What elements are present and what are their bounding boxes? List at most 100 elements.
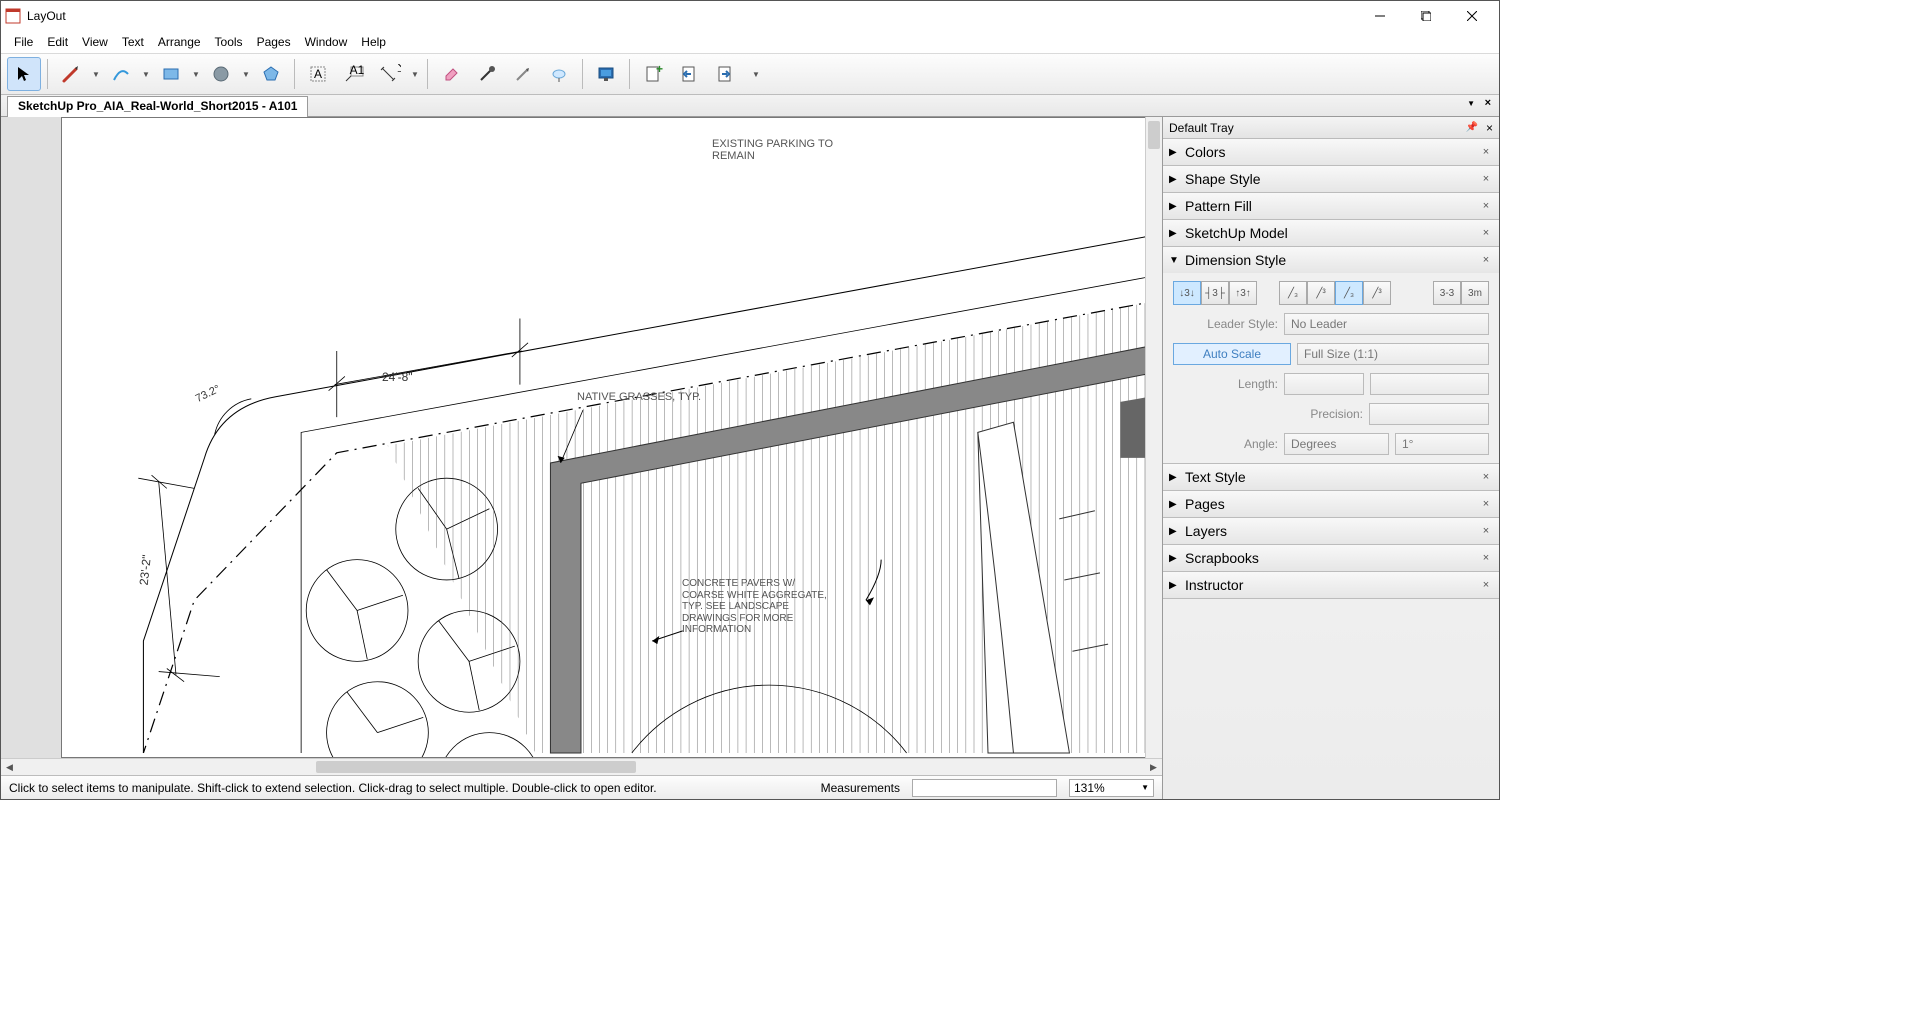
panel-pattern-fill[interactable]: ▶Pattern Fill× — [1163, 193, 1499, 219]
minimize-button[interactable] — [1357, 1, 1403, 31]
panel-close-icon[interactable]: × — [1479, 227, 1493, 239]
toolbar: ▼ ▼ ▼ ▼ A A1 ⇲ ▼ + ▼ — [1, 53, 1499, 95]
style-tool[interactable] — [470, 57, 504, 91]
add-page-tool[interactable]: + — [636, 57, 670, 91]
note-grasses: NATIVE GRASSES, TYP. — [577, 391, 701, 403]
length-precision-select[interactable] — [1370, 373, 1489, 395]
dim-align-4[interactable]: ╱³ — [1363, 281, 1391, 305]
panel-instructor[interactable]: ▶Instructor× — [1163, 572, 1499, 598]
polygon-tool[interactable] — [254, 57, 288, 91]
default-tray: Default Tray 📌 × ▶Colors× ▶Shape Style× … — [1162, 117, 1499, 799]
dimension-tool[interactable]: ⇲ — [373, 57, 407, 91]
panel-close-icon[interactable]: × — [1479, 525, 1493, 537]
dim-unit-metric[interactable]: 3m — [1461, 281, 1489, 305]
select-tool[interactable] — [7, 57, 41, 91]
scale-select[interactable]: Full Size (1:1) — [1297, 343, 1489, 365]
menu-text[interactable]: Text — [115, 33, 151, 51]
dimension-style-body: ↓3↓ ┤3├ ↑3↑ ╱₃ ╱³ ╱₃ ╱³ 3-3 3m — [1163, 273, 1499, 463]
scroll-right-arrow[interactable]: ▶ — [1145, 759, 1162, 776]
join-tool[interactable] — [542, 57, 576, 91]
panel-layers[interactable]: ▶Layers× — [1163, 518, 1499, 544]
length-unit-select[interactable] — [1284, 373, 1364, 395]
rectangle-tool-dropdown[interactable]: ▼ — [190, 57, 202, 91]
menu-arrange[interactable]: Arrange — [151, 33, 208, 51]
document-tabstrip: SketchUp Pro_AIA_Real-World_Short2015 - … — [1, 95, 1499, 117]
canvas[interactable]: EXISTING PARKING TO REMAIN NATIVE GRASSE… — [1, 117, 1162, 758]
toolbar-overflow[interactable]: ▼ — [750, 57, 762, 91]
angle-unit-select[interactable]: Degrees — [1284, 433, 1389, 455]
dim-align-1[interactable]: ╱₃ — [1279, 281, 1307, 305]
panel-pages[interactable]: ▶Pages× — [1163, 491, 1499, 517]
panel-close-icon[interactable]: × — [1479, 173, 1493, 185]
presentation-tool[interactable] — [589, 57, 623, 91]
prev-page-tool[interactable] — [672, 57, 706, 91]
panel-sketchup-model[interactable]: ▶SketchUp Model× — [1163, 220, 1499, 246]
dim-text-above[interactable]: ↓3↓ — [1173, 281, 1201, 305]
arc-tool-dropdown[interactable]: ▼ — [140, 57, 152, 91]
vertical-scrollbar[interactable] — [1145, 117, 1162, 758]
menu-window[interactable]: Window — [298, 33, 355, 51]
circle-tool-dropdown[interactable]: ▼ — [240, 57, 252, 91]
panel-close-icon[interactable]: × — [1479, 552, 1493, 564]
dim-text-below[interactable]: ↑3↑ — [1229, 281, 1257, 305]
document-tab[interactable]: SketchUp Pro_AIA_Real-World_Short2015 - … — [7, 96, 308, 117]
zoom-select[interactable]: 131%▼ — [1069, 779, 1154, 797]
menu-pages[interactable]: Pages — [250, 33, 298, 51]
leader-style-select[interactable]: No Leader — [1284, 313, 1489, 335]
split-tool[interactable] — [506, 57, 540, 91]
circle-tool[interactable] — [204, 57, 238, 91]
leader-style-label: Leader Style: — [1173, 317, 1278, 331]
panel-scrapbooks[interactable]: ▶Scrapbooks× — [1163, 545, 1499, 571]
precision-select[interactable] — [1369, 403, 1489, 425]
next-page-tool[interactable] — [708, 57, 742, 91]
panel-close-icon[interactable]: × — [1479, 471, 1493, 483]
panel-shape-style[interactable]: ▶Shape Style× — [1163, 166, 1499, 192]
panel-close-icon[interactable]: × — [1479, 579, 1493, 591]
angle-label: Angle: — [1173, 437, 1278, 451]
dim-align-2[interactable]: ╱³ — [1307, 281, 1335, 305]
line-tool-dropdown[interactable]: ▼ — [90, 57, 102, 91]
panel-close-icon[interactable]: × — [1479, 146, 1493, 158]
status-hint: Click to select items to manipulate. Shi… — [9, 781, 809, 795]
panel-close-icon[interactable]: × — [1479, 498, 1493, 510]
pin-icon[interactable]: 📌 — [1466, 122, 1478, 133]
dim-horizontal: 24'-8" — [382, 370, 413, 384]
arc-tool[interactable] — [104, 57, 138, 91]
angle-precision-select[interactable]: 1° — [1395, 433, 1489, 455]
scroll-left-arrow[interactable]: ◀ — [1, 759, 18, 776]
panel-close-icon[interactable]: × — [1479, 200, 1493, 212]
label-tool[interactable]: A1 — [337, 57, 371, 91]
dimension-tool-dropdown[interactable]: ▼ — [409, 57, 421, 91]
line-tool[interactable] — [54, 57, 88, 91]
dim-unit-arch[interactable]: 3-3 — [1433, 281, 1461, 305]
eraser-tool[interactable] — [434, 57, 468, 91]
panel-colors[interactable]: ▶Colors× — [1163, 139, 1499, 165]
rectangle-tool[interactable] — [154, 57, 188, 91]
autoscale-button[interactable]: Auto Scale — [1173, 343, 1291, 365]
menu-file[interactable]: File — [7, 33, 40, 51]
dim-align-3[interactable]: ╱₃ — [1335, 281, 1363, 305]
paper[interactable]: EXISTING PARKING TO REMAIN NATIVE GRASSE… — [61, 117, 1162, 758]
zoom-value: 131% — [1074, 781, 1105, 795]
measurements-input[interactable] — [912, 779, 1057, 797]
svg-text:A: A — [314, 67, 322, 81]
dim-text-center[interactable]: ┤3├ — [1201, 281, 1229, 305]
menu-edit[interactable]: Edit — [40, 33, 75, 51]
menu-view[interactable]: View — [75, 33, 115, 51]
panel-close-icon[interactable]: × — [1479, 254, 1493, 266]
close-button[interactable] — [1449, 1, 1495, 31]
menu-help[interactable]: Help — [354, 33, 393, 51]
maximize-button[interactable] — [1403, 1, 1449, 31]
measurements-label: Measurements — [821, 781, 900, 795]
menu-tools[interactable]: Tools — [208, 33, 250, 51]
tab-close-button[interactable]: × — [1485, 97, 1491, 109]
tray-header[interactable]: Default Tray 📌 × — [1163, 117, 1499, 139]
text-tool[interactable]: A — [301, 57, 335, 91]
tray-close-icon[interactable]: × — [1486, 121, 1493, 135]
panel-dimension-style[interactable]: ▼Dimension Style× — [1163, 247, 1499, 273]
panel-text-style[interactable]: ▶Text Style× — [1163, 464, 1499, 490]
tab-list-dropdown[interactable]: ▼ — [1467, 99, 1475, 108]
window-title: LayOut — [27, 9, 1357, 23]
svg-text:A1: A1 — [350, 64, 365, 77]
horizontal-scrollbar[interactable]: ◀ ▶ — [1, 758, 1162, 775]
